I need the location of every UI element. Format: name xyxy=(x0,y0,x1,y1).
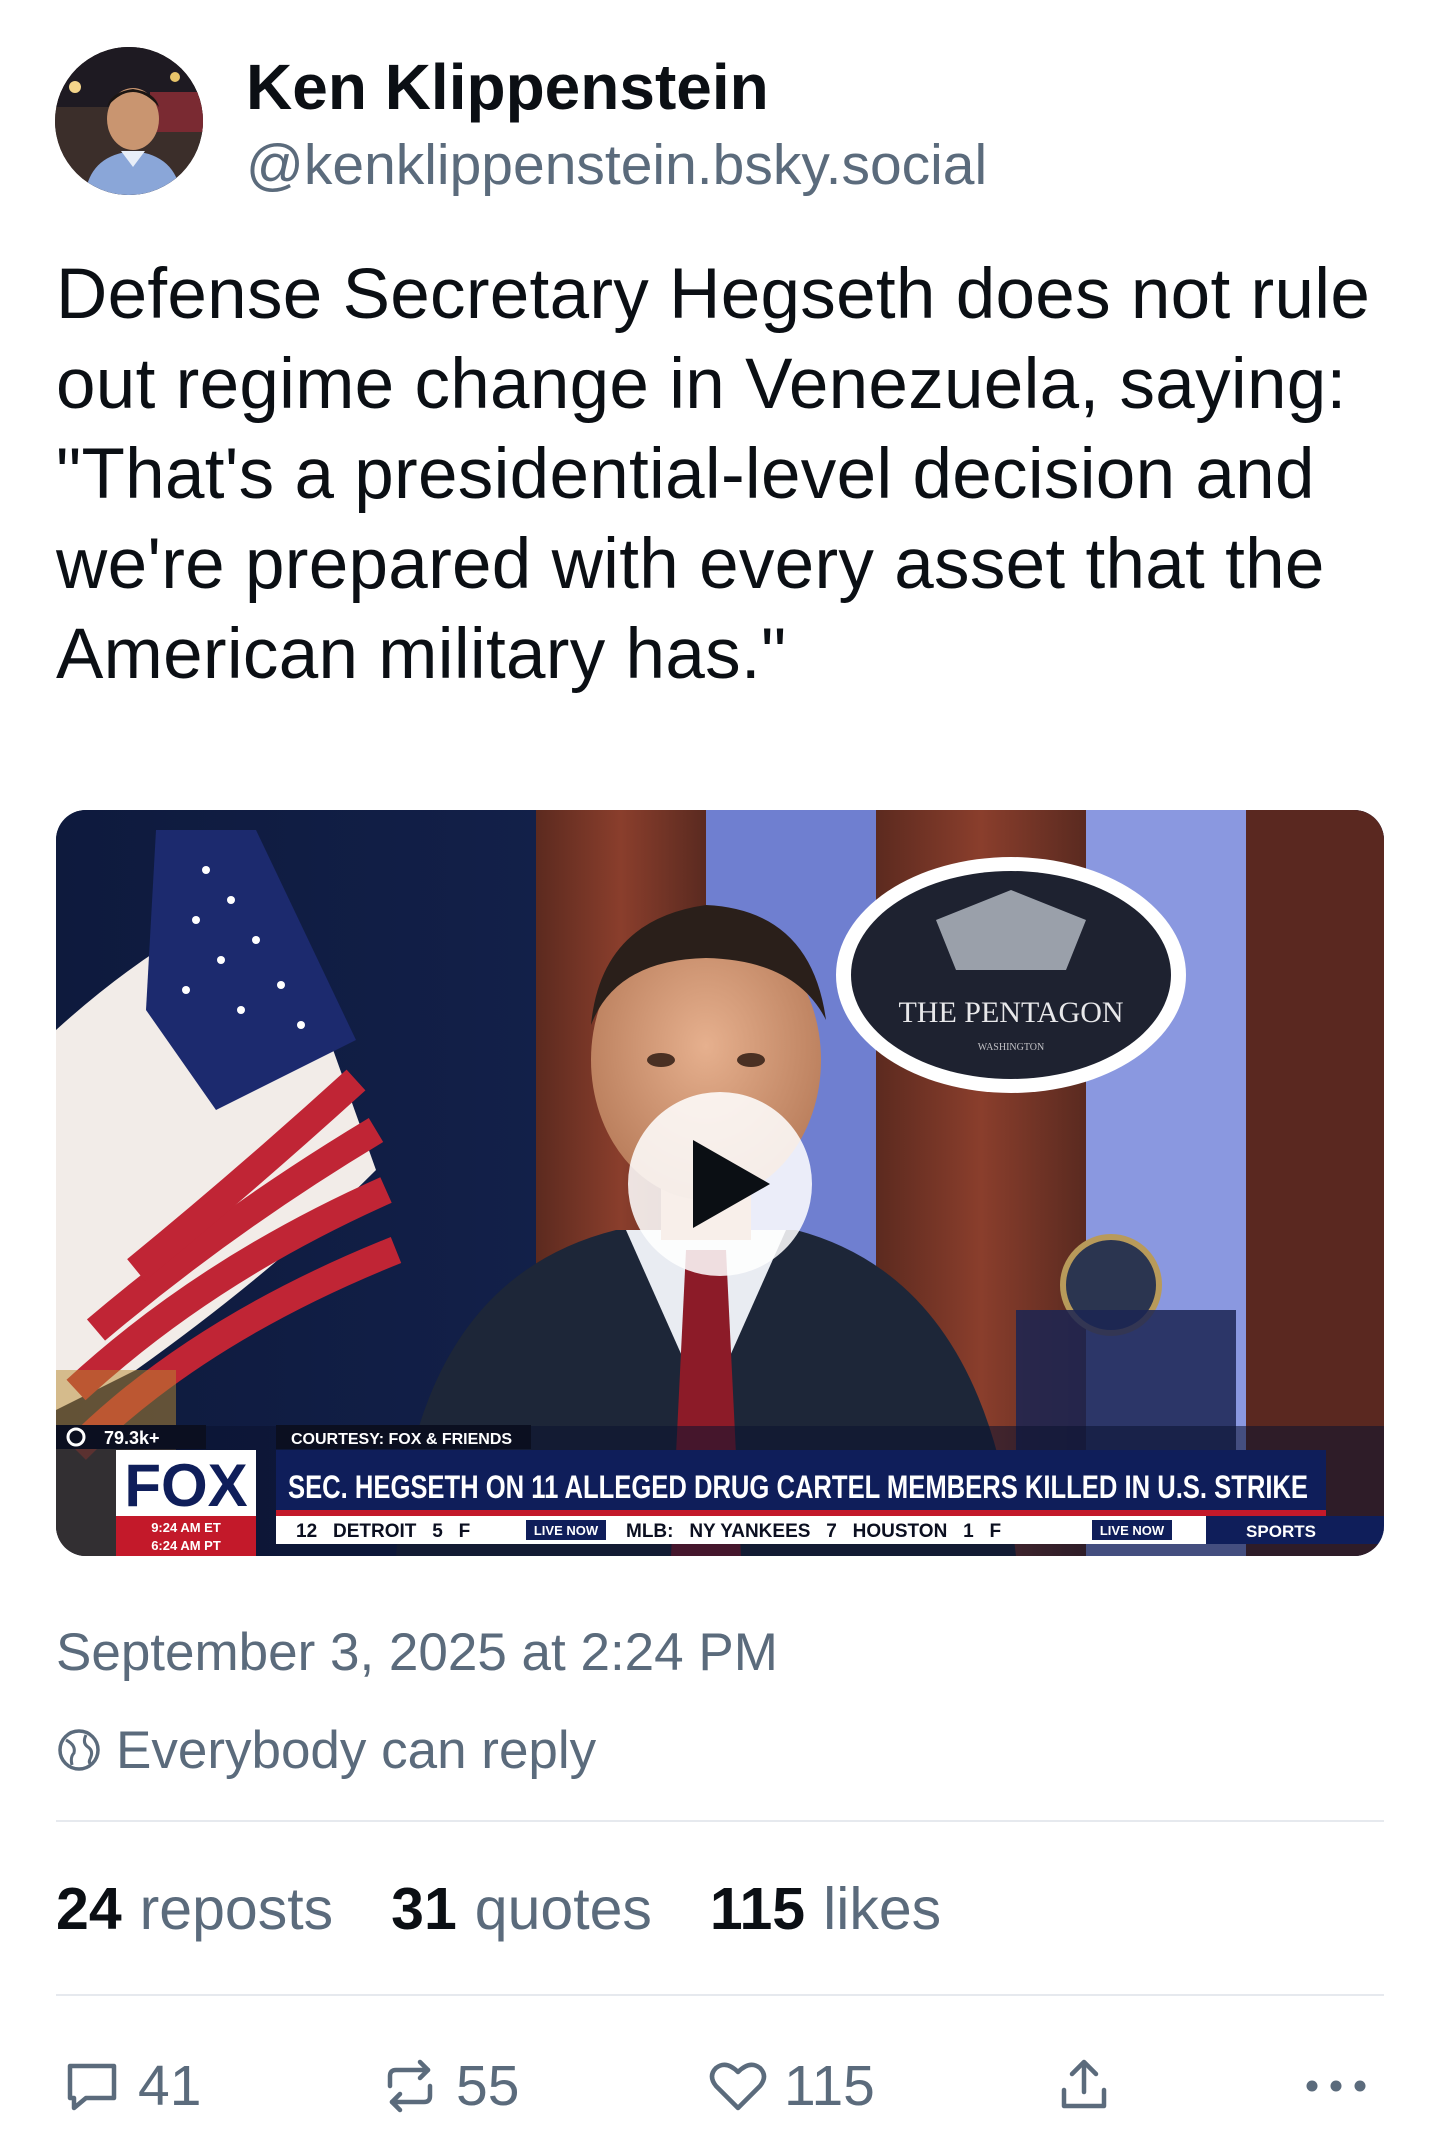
play-icon xyxy=(693,1140,770,1228)
seal-subtext: WASHINGTON xyxy=(978,1042,1044,1053)
repost-count: 55 xyxy=(456,2054,520,2118)
like-button[interactable]: 115 xyxy=(706,2046,875,2126)
viewer-count: 79.3k+ xyxy=(104,1428,160,1448)
quotes-stat[interactable]: 31 quotes xyxy=(391,1875,652,1943)
ticker-live-1: LIVE NOW xyxy=(534,1523,599,1538)
time-et: 9:24 AM ET xyxy=(151,1520,221,1535)
ticker-live-2: LIVE NOW xyxy=(1100,1523,1165,1538)
avatar[interactable] xyxy=(55,47,203,195)
more-icon xyxy=(1306,2080,1366,2092)
ticker-sports: SPORTS xyxy=(1246,1522,1316,1541)
seal-text: THE PENTAGON xyxy=(898,996,1123,1029)
repost-icon xyxy=(387,2059,433,2113)
reply-count: 41 xyxy=(138,2054,202,2118)
quotes-label: quotes xyxy=(474,1876,652,1942)
share-button[interactable] xyxy=(1052,2046,1116,2126)
time-pt: 6:24 AM PT xyxy=(151,1538,221,1553)
play-button[interactable] xyxy=(628,1092,812,1276)
courtesy-label: COURTESY: FOX & FRIENDS xyxy=(291,1431,512,1448)
globe-icon xyxy=(58,1729,100,1771)
reply-button[interactable]: 41 xyxy=(60,2046,201,2126)
reposts-count: 24 xyxy=(56,1876,122,1942)
handle[interactable]: @kenklippenstein.bsky.social xyxy=(246,132,987,198)
action-bar: 41 55 115 xyxy=(56,2046,1384,2126)
ticker-score-2: MLB: NY YANKEES 7 HOUSTON 1 F xyxy=(626,1521,1001,1542)
reply-setting[interactable]: Everybody can reply xyxy=(56,1718,596,1782)
display-name[interactable]: Ken Klippenstein xyxy=(246,50,769,124)
more-options-button[interactable] xyxy=(1300,2046,1372,2126)
likes-count: 115 xyxy=(709,1876,806,1942)
news-chyron: 79.3k+ COURTESY: FOX & FRIENDS FOX 9:24 … xyxy=(56,1425,1384,1556)
reposts-label: reposts xyxy=(139,1876,334,1942)
pentagon-seal: THE PENTAGON WASHINGTON xyxy=(836,857,1186,1093)
headline: SEC. HEGSETH ON 11 ALLEGED DRUG CARTEL M… xyxy=(288,1469,1308,1505)
reposts-stat[interactable]: 24 reposts xyxy=(56,1875,333,1943)
share-icon xyxy=(1061,2059,1107,2109)
fox-logo: FOX xyxy=(124,1452,247,1519)
reply-setting-label: Everybody can reply xyxy=(116,1720,597,1780)
video-player[interactable]: THE PENTAGON WASHINGTON 79.3k+ COURTESY:… xyxy=(56,810,1384,1556)
divider xyxy=(56,1994,1384,1996)
quotes-count: 31 xyxy=(391,1876,457,1942)
repost-button[interactable]: 55 xyxy=(378,2046,519,2126)
post-timestamp[interactable]: September 3, 2025 at 2:24 PM xyxy=(56,1622,778,1683)
like-count: 115 xyxy=(784,2054,875,2118)
engagement-stats: 24 reposts 31 quotes 115 likes xyxy=(56,1875,999,1943)
ticker-score-1: 12 DETROIT 5 F xyxy=(296,1521,470,1542)
like-icon xyxy=(709,2062,767,2111)
reply-icon xyxy=(67,2063,117,2111)
likes-stat[interactable]: 115 likes xyxy=(710,1875,941,1943)
likes-label: likes xyxy=(823,1876,942,1942)
divider xyxy=(56,1820,1384,1822)
post-text: Defense Secretary Hegseth does not rule … xyxy=(56,255,1371,694)
